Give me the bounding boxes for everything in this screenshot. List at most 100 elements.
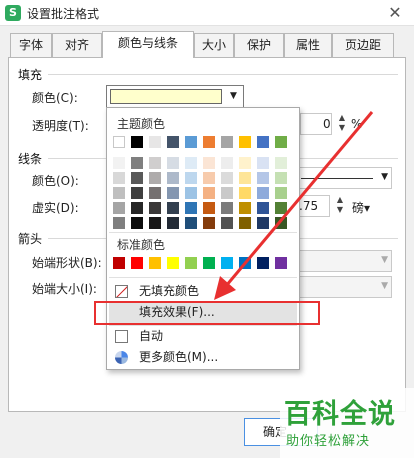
theme-shade-swatch[interactable] [257,157,269,169]
theme-color-swatch[interactable] [167,136,179,148]
theme-shade-swatch[interactable] [113,172,125,184]
standard-color-swatch[interactable] [203,257,215,269]
chevron-down-icon[interactable]: ▼ [381,255,388,265]
theme-shade-swatch[interactable] [113,217,125,229]
theme-shade-swatch[interactable] [131,187,143,199]
theme-shade-swatch[interactable] [167,187,179,199]
theme-color-swatch[interactable] [185,136,197,148]
no-fill-option[interactable]: 无填充颜色 [109,281,297,302]
theme-shade-swatch[interactable] [113,187,125,199]
standard-color-swatch[interactable] [239,257,251,269]
automatic-option[interactable]: 自动 [109,326,297,347]
tab-properties[interactable]: 属性 [284,33,332,57]
theme-shade-swatch[interactable] [275,187,287,199]
theme-shade-swatch[interactable] [131,172,143,184]
theme-shade-swatch[interactable] [239,217,251,229]
standard-color-swatch[interactable] [275,257,287,269]
theme-color-swatch[interactable] [221,136,233,148]
theme-shade-swatch[interactable] [203,172,215,184]
theme-color-swatch[interactable] [257,136,269,148]
close-button[interactable]: ✕ [384,2,406,24]
theme-shade-swatch[interactable] [275,217,287,229]
theme-color-swatch[interactable] [149,136,161,148]
theme-shade-swatch[interactable] [257,217,269,229]
line-weight-value: .75 [299,199,319,213]
transparency-input[interactable]: 0 [300,113,332,135]
theme-shade-swatch[interactable] [239,202,251,214]
line-weight-input[interactable]: .75 [296,195,330,217]
watermark: 百科全说 助你轻松解决 [280,388,414,458]
theme-shade-swatch[interactable] [221,202,233,214]
line-weight-spinner[interactable]: ▲ ▼ [334,195,346,217]
chevron-down-icon[interactable]: ▼ [225,87,242,106]
theme-shade-swatch[interactable] [203,187,215,199]
fill-color-select[interactable]: ▼ [106,85,244,108]
begin-size-select[interactable]: ▼ [296,276,392,298]
theme-shade-swatch[interactable] [221,172,233,184]
tab-font[interactable]: 字体 [10,33,52,57]
transparency-spinner[interactable]: ▲ ▼ [336,113,348,135]
theme-color-swatch[interactable] [113,136,125,148]
window-title: 设置批注格式 [27,7,100,21]
theme-shade-swatch[interactable] [203,157,215,169]
theme-shade-swatch[interactable] [149,217,161,229]
theme-shade-swatch[interactable] [185,172,197,184]
theme-shade-swatch[interactable] [185,202,197,214]
theme-shade-swatch[interactable] [221,157,233,169]
theme-shade-swatch[interactable] [275,172,287,184]
standard-color-swatch[interactable] [185,257,197,269]
standard-color-swatch[interactable] [113,257,125,269]
standard-color-swatch[interactable] [257,257,269,269]
theme-shade-swatch[interactable] [167,157,179,169]
theme-shade-swatch[interactable] [131,202,143,214]
theme-shade-swatch[interactable] [257,187,269,199]
theme-shade-swatch[interactable] [239,157,251,169]
theme-shade-swatch[interactable] [275,157,287,169]
line-weight-unit[interactable]: 磅▾ [352,199,370,216]
theme-shade-swatch[interactable] [167,172,179,184]
theme-shade-swatch[interactable] [221,217,233,229]
theme-color-swatch[interactable] [203,136,215,148]
tab-protection[interactable]: 保护 [234,33,284,57]
theme-shade-swatch[interactable] [185,157,197,169]
theme-shade-swatch[interactable] [185,217,197,229]
theme-shade-swatch[interactable] [149,157,161,169]
tab-size[interactable]: 大小 [194,33,234,57]
theme-shade-swatch[interactable] [149,202,161,214]
begin-style-select[interactable]: ▼ [296,250,392,272]
line-style-select[interactable]: ▼ [296,167,392,189]
tab-alignment[interactable]: 对齐 [52,33,102,57]
theme-shade-swatch[interactable] [257,202,269,214]
theme-shade-swatch[interactable] [131,157,143,169]
chevron-down-icon[interactable]: ▼ [381,172,388,182]
theme-shade-swatch[interactable] [131,217,143,229]
chevron-down-icon[interactable]: ▼ [381,281,388,291]
standard-color-swatch[interactable] [167,257,179,269]
theme-color-swatch[interactable] [239,136,251,148]
theme-shade-swatch[interactable] [167,217,179,229]
more-colors-option[interactable]: 更多颜色(M)... [109,347,297,368]
standard-color-swatch[interactable] [149,257,161,269]
tab-colors-lines[interactable]: 颜色与线条 [102,31,194,58]
theme-shade-swatch[interactable] [203,202,215,214]
theme-shade-swatch[interactable] [239,172,251,184]
theme-shade-swatch[interactable] [113,157,125,169]
theme-shade-swatch[interactable] [257,172,269,184]
theme-shade-swatch[interactable] [203,217,215,229]
theme-shade-swatch[interactable] [275,202,287,214]
line-color-label: 颜色(O): [32,174,79,188]
theme-color-swatch[interactable] [275,136,287,148]
theme-color-swatch[interactable] [131,136,143,148]
theme-shade-swatch[interactable] [239,187,251,199]
theme-shade-swatch[interactable] [149,172,161,184]
transparency-label: 透明度(T): [32,119,89,133]
standard-color-swatch[interactable] [221,257,233,269]
theme-shade-swatch[interactable] [113,202,125,214]
no-fill-label: 无填充颜色 [139,284,200,298]
theme-shade-swatch[interactable] [167,202,179,214]
standard-color-swatch[interactable] [131,257,143,269]
theme-shade-swatch[interactable] [221,187,233,199]
tab-margins[interactable]: 页边距 [332,33,394,57]
theme-shade-swatch[interactable] [149,187,161,199]
theme-shade-swatch[interactable] [185,187,197,199]
